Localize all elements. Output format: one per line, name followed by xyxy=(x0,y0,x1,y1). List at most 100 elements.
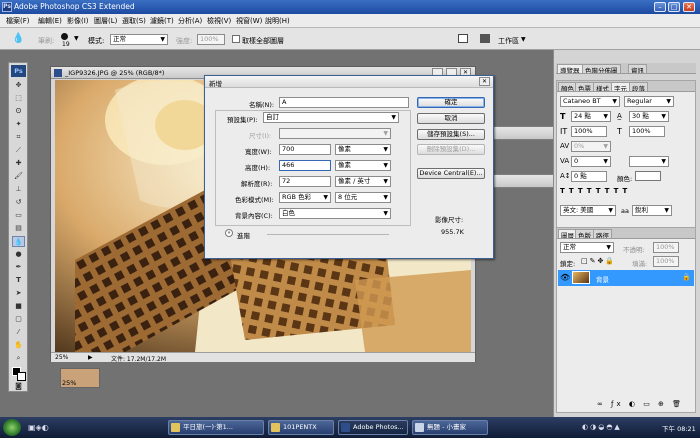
background-contents-select[interactable]: 白色 ▼ xyxy=(279,208,391,219)
width-unit-select[interactable]: 像素 ▼ xyxy=(335,144,391,155)
menu-filter[interactable]: 濾鏡(T) xyxy=(150,16,174,26)
anti-alias-select[interactable]: 銳利 ▼ xyxy=(632,205,672,216)
status-arrow-icon[interactable]: ▶ xyxy=(88,354,93,361)
start-button[interactable] xyxy=(3,419,21,436)
advanced-label[interactable]: 進階 xyxy=(237,230,250,240)
tab-character[interactable]: 字元 xyxy=(611,82,630,91)
menu-layer[interactable]: 圖層(L) xyxy=(94,16,117,26)
taskbar-item-paint[interactable]: 無題 - 小畫家 xyxy=(412,420,488,435)
width-input[interactable]: 700 xyxy=(279,144,331,155)
name-input[interactable]: A xyxy=(279,97,409,108)
maximize-button[interactable]: □ xyxy=(668,2,680,12)
eye-icon[interactable]: 👁 xyxy=(560,273,570,282)
bit-depth-select[interactable]: 8 位元 ▼ xyxy=(335,192,391,203)
minimize-button[interactable]: – xyxy=(654,2,666,12)
delete-preset-button[interactable]: 刪除預設集(D)... xyxy=(417,144,485,155)
type-tool-icon[interactable]: T xyxy=(12,275,25,286)
taskbar-item-photoshop[interactable]: Adobe Photos... xyxy=(338,420,408,435)
mode-select[interactable]: 正常 ▼ xyxy=(110,34,168,45)
menu-window[interactable]: 視窗(W) xyxy=(236,16,262,26)
close-button[interactable]: ✕ xyxy=(683,2,695,12)
menu-file[interactable]: 檔案(F) xyxy=(6,16,30,26)
hand-tool-icon[interactable]: ✋ xyxy=(12,340,25,351)
tab-navigator[interactable]: 導覽器 xyxy=(557,64,583,73)
height-input[interactable]: 466 xyxy=(279,160,331,171)
device-central-button[interactable]: Device Central(E)... xyxy=(417,168,485,179)
marquee-tool-icon[interactable]: ⬚ xyxy=(12,93,25,104)
zoom-tool-icon[interactable]: ⌕ xyxy=(12,353,25,364)
tab-paths[interactable]: 路徑 xyxy=(593,229,612,238)
resolution-input[interactable]: 72 xyxy=(279,176,331,187)
advanced-toggle-icon[interactable]: » xyxy=(225,229,233,237)
faux-style-buttons[interactable]: TTTTTTTT xyxy=(560,187,692,199)
tab-channels[interactable]: 色版 xyxy=(575,229,594,238)
tab-styles[interactable]: 樣式 xyxy=(593,82,612,91)
stamp-tool-icon[interactable]: ⊥ xyxy=(12,184,25,195)
save-preset-button[interactable]: 儲存預設集(S)... xyxy=(417,129,485,140)
menu-view[interactable]: 檢視(V) xyxy=(207,16,231,26)
taskbar-item-chat[interactable]: 平日旅(一)·第1... xyxy=(168,420,264,435)
shape-tool-icon[interactable]: ■ xyxy=(12,301,25,312)
font-size-select[interactable]: 24 點 ▼ xyxy=(571,111,611,122)
color-mode-select[interactable]: RGB 色彩 ▼ xyxy=(279,192,331,203)
resolution-unit-select[interactable]: 像素 / 英寸 ▼ xyxy=(335,176,391,187)
tab-swatches[interactable]: 色票 xyxy=(575,82,594,91)
eyedropper-tool-icon[interactable]: ⁄ xyxy=(12,327,25,338)
lasso-tool-icon[interactable]: ʘ xyxy=(12,106,25,117)
menu-select[interactable]: 選取(S) xyxy=(122,16,146,26)
dodge-tool-icon[interactable]: ● xyxy=(12,249,25,260)
history-brush-tool-icon[interactable]: ↺ xyxy=(12,197,25,208)
ok-button[interactable]: 確定 xyxy=(417,97,485,108)
layer-footer-icons[interactable]: ∞ ƒx ◐ ▭ ⊕ 🗑 xyxy=(597,400,691,410)
kerning-select[interactable]: 0% ▼ xyxy=(571,141,611,152)
font-style-select[interactable]: Regular ▼ xyxy=(624,96,674,107)
dialog-close-button[interactable]: ✕ xyxy=(479,77,490,86)
brush-tool-icon[interactable]: 🖌 xyxy=(12,171,25,182)
baseline-shift-input[interactable]: 0 點 xyxy=(571,171,607,182)
leading-select[interactable]: 30 點 ▼ xyxy=(629,111,669,122)
palette-well-icon[interactable] xyxy=(458,34,468,43)
fill-input[interactable]: 100% xyxy=(653,256,679,267)
eraser-tool-icon[interactable]: ▭ xyxy=(12,210,25,221)
baseline-select[interactable]: ▼ xyxy=(629,156,669,167)
text-color-swatch[interactable] xyxy=(635,171,661,181)
gradient-tool-icon[interactable]: ▤ xyxy=(12,223,25,234)
tracking-select[interactable]: 0 ▼ xyxy=(571,156,611,167)
workspace-label[interactable]: 工作區 xyxy=(498,36,519,46)
zoom-level[interactable]: 25% xyxy=(55,354,68,361)
size-select[interactable]: ▼ xyxy=(279,128,391,139)
vertical-scale-input[interactable]: 100% xyxy=(571,126,607,137)
background-document-titlebar-2[interactable] xyxy=(486,174,558,188)
preset-select[interactable]: 自訂 ▼ xyxy=(263,112,399,123)
menu-edit[interactable]: 編輯(E) xyxy=(38,16,62,26)
smudge-tool-active-icon[interactable]: 💧 xyxy=(12,236,25,247)
tab-info[interactable]: 資訊 xyxy=(628,64,647,73)
tab-paragraph[interactable]: 段落 xyxy=(629,82,648,91)
opacity-input[interactable]: 100% xyxy=(653,242,679,253)
brush-dropdown-icon[interactable]: ▼ xyxy=(74,35,79,42)
sample-all-checkbox[interactable] xyxy=(232,35,240,43)
move-tool-icon[interactable]: ✥ xyxy=(12,80,25,91)
brush-preview-icon[interactable] xyxy=(61,33,68,40)
path-select-tool-icon[interactable]: ➤ xyxy=(12,288,25,299)
tab-histogram[interactable]: 色階分佈圖 xyxy=(582,64,621,73)
slice-tool-icon[interactable]: ⟋ xyxy=(12,145,25,156)
system-tray-icons[interactable]: ◐◑◒◓▲ xyxy=(582,423,622,431)
dialog-titlebar[interactable]: 新增 ✕ xyxy=(205,76,493,88)
height-unit-select[interactable]: 像素 ▼ xyxy=(335,160,391,171)
menu-image[interactable]: 影像(I) xyxy=(67,16,89,26)
font-family-select[interactable]: Cataneo BT ▼ xyxy=(560,96,620,107)
notes-tool-icon[interactable]: ▢ xyxy=(12,314,25,325)
menu-help[interactable]: 說明(H) xyxy=(265,16,290,26)
workspace-dropdown-icon[interactable]: ▼ xyxy=(521,36,526,43)
lock-icons[interactable]: □✎✥🔒 xyxy=(581,257,616,265)
taskbar-item-folder[interactable]: 101PENTX xyxy=(268,420,334,435)
quick-launch-icons[interactable]: ▣◈◐ xyxy=(28,423,49,432)
cancel-button[interactable]: 取消 xyxy=(417,113,485,124)
crop-tool-icon[interactable]: ⌗ xyxy=(12,132,25,143)
menu-analysis[interactable]: 分析(A) xyxy=(178,16,202,26)
brush-palette-icon[interactable] xyxy=(480,34,490,43)
magic-wand-tool-icon[interactable]: ✦ xyxy=(12,119,25,130)
quick-mask-icon[interactable]: ◙ xyxy=(12,381,25,392)
layer-row-background[interactable]: 👁 背景 🔒 xyxy=(558,270,694,286)
